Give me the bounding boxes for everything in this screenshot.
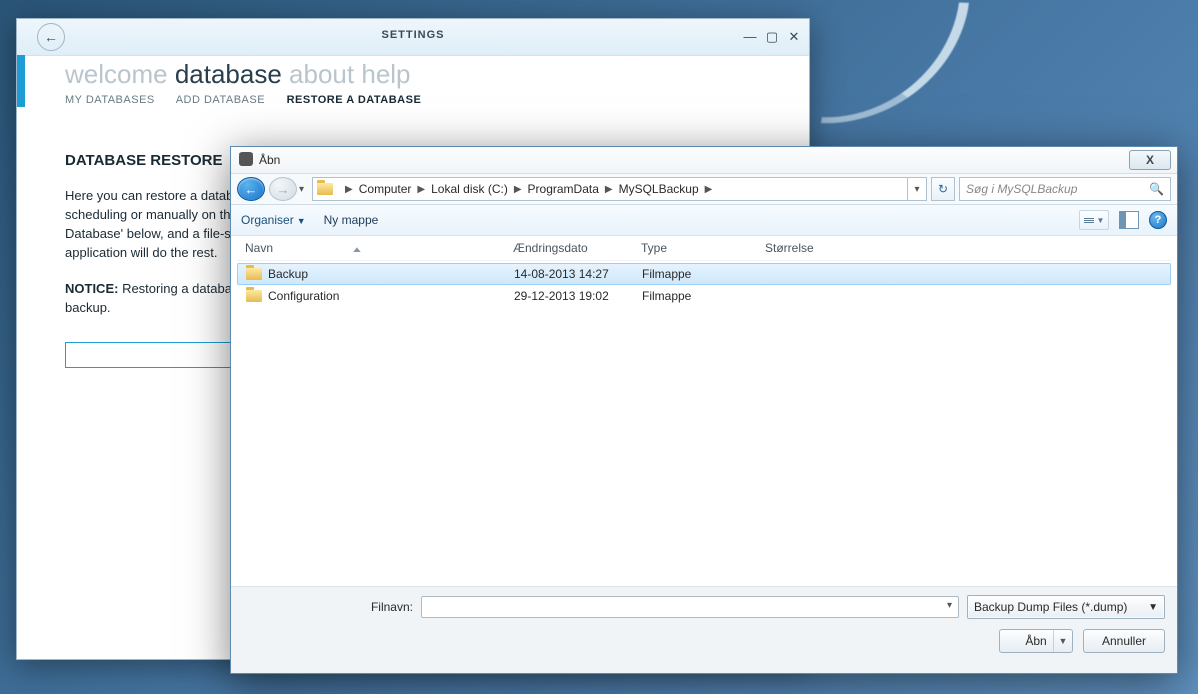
close-icon: X	[1146, 153, 1154, 167]
nav-history-dropdown[interactable]: ▾	[299, 184, 304, 195]
breadcrumb-segment[interactable]: ProgramData	[528, 182, 599, 196]
view-mode-button[interactable]: ▼	[1079, 210, 1109, 230]
maximize-button[interactable]: ▢	[765, 29, 779, 45]
col-date[interactable]: Ændringsdato	[505, 241, 633, 255]
filename-input[interactable]: ▾	[421, 596, 959, 618]
open-label: Åbn	[1025, 634, 1046, 648]
folder-icon	[246, 268, 262, 280]
filename-row: Filnavn: ▾ Backup Dump Files (*.dump) ▼	[243, 595, 1165, 619]
chevron-right-icon: ▶	[339, 184, 359, 195]
dialog-titlebar: Åbn X	[231, 147, 1177, 174]
preview-pane-button[interactable]	[1119, 211, 1139, 229]
sort-ascending-icon: ▲	[351, 245, 364, 254]
filter-label: Backup Dump Files (*.dump)	[974, 600, 1127, 614]
item-name: Configuration	[268, 289, 339, 303]
window-controls: — ▢ ✕	[743, 29, 801, 45]
item-type: Filmappe	[634, 289, 758, 303]
help-button[interactable]: ?	[1149, 211, 1167, 229]
nav-primary: welcome database about help	[65, 59, 809, 90]
chevron-right-icon: ▶	[699, 184, 719, 195]
folder-icon	[317, 183, 333, 195]
chevron-right-icon: ▶	[599, 184, 619, 195]
filename-label: Filnavn:	[243, 600, 413, 614]
minimize-button[interactable]: —	[743, 29, 757, 45]
database-icon	[239, 154, 253, 166]
col-name[interactable]: Navn ▲	[237, 241, 505, 255]
back-button[interactable]: ←	[37, 23, 65, 51]
organize-menu[interactable]: Organiser▼	[241, 213, 306, 227]
organize-label: Organiser	[241, 213, 294, 227]
nav-database[interactable]: database	[175, 59, 282, 89]
settings-title: SETTINGS	[381, 29, 444, 41]
background-decor	[821, 0, 969, 128]
breadcrumb[interactable]: ▶ Computer ▶ Lokal disk (C:) ▶ ProgramDa…	[312, 177, 927, 201]
col-type[interactable]: Type	[633, 241, 757, 255]
breadcrumb-segment[interactable]: Lokal disk (C:)	[431, 182, 508, 196]
nav-help[interactable]: help	[361, 59, 410, 89]
file-open-dialog: Åbn X ← → ▾ ▶ Computer ▶ Lokal disk (C:)…	[230, 146, 1178, 674]
dialog-footer: Filnavn: ▾ Backup Dump Files (*.dump) ▼ …	[231, 587, 1177, 673]
file-list: Navn ▲ Ændringsdato Type Størrelse Backu…	[231, 236, 1177, 587]
dialog-buttons: Åbn ▼ Annuller	[243, 629, 1165, 653]
search-icon: 🔍	[1149, 182, 1164, 196]
item-date: 14-08-2013 14:27	[506, 267, 634, 281]
folder-icon	[246, 290, 262, 302]
settings-titlebar: ← SETTINGS — ▢ ✕	[17, 19, 809, 56]
nav-back-button[interactable]: ←	[237, 177, 265, 201]
cancel-label: Annuller	[1102, 634, 1146, 648]
list-item[interactable]: Backup 14-08-2013 14:27 Filmappe	[237, 263, 1171, 285]
column-headers: Navn ▲ Ændringsdato Type Størrelse	[237, 236, 1171, 261]
chevron-right-icon: ▶	[508, 184, 528, 195]
cancel-button[interactable]: Annuller	[1083, 629, 1165, 653]
notice-label: NOTICE:	[65, 281, 118, 296]
arrow-left-icon: ←	[44, 29, 58, 45]
list-item[interactable]: Configuration 29-12-2013 19:02 Filmappe	[237, 285, 1171, 307]
dialog-navrow: ← → ▾ ▶ Computer ▶ Lokal disk (C:) ▶ Pro…	[231, 174, 1177, 205]
dialog-close-button[interactable]: X	[1129, 150, 1171, 170]
help-icon: ?	[1155, 214, 1162, 226]
search-input[interactable]: Søg i MySQLBackup 🔍	[959, 177, 1171, 201]
close-button[interactable]: ✕	[787, 29, 801, 45]
filetype-filter[interactable]: Backup Dump Files (*.dump) ▼	[967, 595, 1165, 619]
subnav-restore-database[interactable]: RESTORE A DATABASE	[287, 94, 422, 106]
chevron-down-icon: ▾	[947, 600, 952, 611]
open-split-dropdown[interactable]: ▼	[1053, 630, 1072, 652]
chevron-down-icon: ▼	[1097, 216, 1105, 225]
nav-about[interactable]: about	[289, 59, 354, 89]
refresh-button[interactable]: ↻	[931, 177, 955, 201]
chevron-right-icon: ▶	[411, 184, 431, 195]
col-name-label: Navn	[245, 241, 273, 255]
subnav-my-databases[interactable]: MY DATABASES	[65, 94, 155, 106]
item-date: 29-12-2013 19:02	[506, 289, 634, 303]
open-button[interactable]: Åbn ▼	[999, 629, 1073, 653]
search-placeholder: Søg i MySQLBackup	[966, 182, 1077, 196]
refresh-icon: ↻	[938, 182, 948, 196]
breadcrumb-segment[interactable]: Computer	[359, 182, 412, 196]
nav-secondary: MY DATABASES ADD DATABASE RESTORE A DATA…	[65, 94, 809, 106]
col-size[interactable]: Størrelse	[757, 241, 885, 255]
list-view-icon	[1084, 218, 1094, 223]
new-folder-button[interactable]: Ny mappe	[324, 213, 379, 227]
breadcrumb-segment[interactable]: MySQLBackup	[619, 182, 699, 196]
chevron-down-icon: ▼	[297, 216, 306, 226]
nav-forward-button[interactable]: →	[269, 177, 297, 201]
item-name: Backup	[268, 267, 308, 281]
dialog-toolbar: Organiser▼ Ny mappe ▼ ?	[231, 205, 1177, 236]
item-type: Filmappe	[634, 267, 758, 281]
subnav-add-database[interactable]: ADD DATABASE	[176, 94, 265, 106]
arrow-right-icon: →	[277, 182, 290, 197]
breadcrumb-dropdown[interactable]: ▾	[907, 178, 926, 200]
active-nav-accent	[17, 55, 25, 107]
nav-welcome[interactable]: welcome	[65, 59, 168, 89]
dialog-title: Åbn	[259, 153, 280, 167]
arrow-left-icon: ←	[245, 182, 258, 197]
chevron-down-icon: ▼	[1148, 602, 1158, 613]
